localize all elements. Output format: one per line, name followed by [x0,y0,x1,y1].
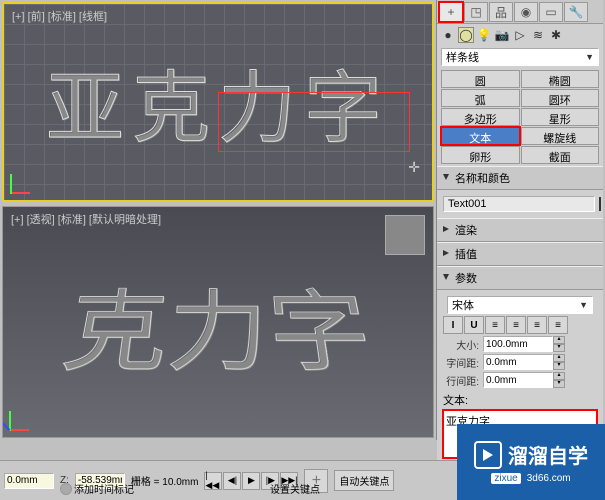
create-tab[interactable]: + [439,2,463,22]
viewport-front[interactable]: [+] [前] [标准] [线框] 亚克力字 ✛ [2,2,434,202]
spinner-up[interactable]: ▴ [553,336,565,344]
shape-btn-3[interactable]: 圆环 [521,89,600,107]
add-time-marker-anno[interactable]: 添加时间标记 [60,481,134,496]
text-label: 文本: [443,392,597,408]
size-input[interactable] [483,336,553,352]
cameras-icon[interactable]: 📷 [494,27,510,43]
selection-bracket [218,92,410,152]
leading-label: 行间距: [443,373,479,388]
set-keys-anno[interactable]: 设置关键点 [270,481,320,496]
shapes-icon[interactable]: ◯ [458,27,474,43]
command-panel: + ◳ 品 ◉ ▭ 🔧 ● ◯ 💡 📷 ▷ ≋ ✱ 样条线 ▼ 圆椭圆弧圆环多边… [436,0,603,440]
geometry-icon[interactable]: ● [440,27,456,43]
grid-readout: 栅格 = 10.0mm [131,473,199,488]
text-style-row: IU≡≡≡≡ [443,316,597,334]
viewport-label-persp[interactable]: [+] [透视] [标准] [默认明暗处理] [11,211,161,227]
frame-input[interactable] [4,473,54,489]
shape-btn-6[interactable]: 文本 [441,127,520,145]
display-tab[interactable]: ▭ [539,2,563,22]
marker-dot-icon [60,483,72,495]
utilities-tab[interactable]: 🔧 [564,2,588,22]
rollout-name-color[interactable]: 名称和颜色 [437,166,603,190]
viewport-label-top[interactable]: [+] [前] [标准] [线框] [12,8,107,24]
watermark-url: 3d66.com [527,473,571,484]
systems-icon[interactable]: ✱ [548,27,564,43]
shape-btn-0[interactable]: 圆 [441,70,520,88]
modify-tab[interactable]: ◳ [464,2,488,22]
shape-btn-9[interactable]: 截面 [521,146,600,164]
shape-btn-1[interactable]: 椭圆 [521,70,600,88]
shape-btn-2[interactable]: 弧 [441,89,520,107]
spinner-down[interactable]: ▾ [553,344,565,352]
axis-gizmo-persp[interactable] [9,401,39,431]
shape-btn-4[interactable]: 多边形 [441,108,520,126]
chevron-down-icon: ▼ [585,52,594,62]
leading-input[interactable] [483,372,553,388]
viewcube[interactable] [385,215,425,255]
crosshair-icon: ✛ [408,159,420,176]
helpers-icon[interactable]: ▷ [512,27,528,43]
spinner-down[interactable]: ▾ [553,362,565,370]
chevron-down-icon: ▼ [579,300,588,310]
text-style-btn-5[interactable]: ≡ [548,316,568,334]
object-name-input[interactable] [443,196,595,212]
size-label: 大小: [443,337,479,352]
text-style-btn-0[interactable]: I [443,316,463,334]
goto-start-button[interactable]: |◀◀ [204,472,222,490]
viewport-perspective[interactable]: [+] [透视] [标准] [默认明暗处理] 克力字 [2,206,434,438]
rollout-render[interactable]: 渲染 [437,218,603,242]
watermark-domain: zixue [491,473,520,484]
hierarchy-tab[interactable]: 品 [489,2,513,22]
spinner-up[interactable]: ▴ [553,354,565,362]
shape-btn-5[interactable]: 星形 [521,108,600,126]
font-dropdown[interactable]: 宋体 ▼ [447,296,593,314]
watermark: 溜溜自学 zixue 3d66.com [457,424,605,500]
auto-key-button[interactable]: 自动关键点 [334,470,394,491]
shape-buttons-grid: 圆椭圆弧圆环多边形星形文本螺旋线卵形截面 [437,68,603,166]
spacewarps-icon[interactable]: ≋ [530,27,546,43]
kerning-input[interactable] [483,354,553,370]
rollout-params[interactable]: 参数 [437,266,603,290]
text-object-persp[interactable]: 克力字 [53,264,383,391]
motion-tab[interactable]: ◉ [514,2,538,22]
prev-frame-button[interactable]: ◀| [223,472,241,490]
viewports-area: [+] [前] [标准] [线框] 亚克力字 ✛ [+] [透视] [标准] [… [0,0,436,440]
shape-btn-7[interactable]: 螺旋线 [521,127,600,145]
watermark-title: 溜溜自学 [508,440,588,469]
color-swatch[interactable] [599,197,601,211]
shape-btn-8[interactable]: 卵形 [441,146,520,164]
play-logo-icon [474,441,502,469]
text-style-btn-1[interactable]: U [464,316,484,334]
rollout-interpolation[interactable]: 插值 [437,242,603,266]
spline-category-dropdown[interactable]: 样条线 ▼ [441,48,599,66]
text-style-btn-2[interactable]: ≡ [485,316,505,334]
text-style-btn-3[interactable]: ≡ [506,316,526,334]
spinner-up[interactable]: ▴ [553,372,565,380]
axis-gizmo-front[interactable] [10,164,40,194]
lights-icon[interactable]: 💡 [476,27,492,43]
spinner-down[interactable]: ▾ [553,380,565,388]
text-style-btn-4[interactable]: ≡ [527,316,547,334]
kerning-label: 字间距: [443,355,479,370]
play-button[interactable]: ▶ [242,472,260,490]
